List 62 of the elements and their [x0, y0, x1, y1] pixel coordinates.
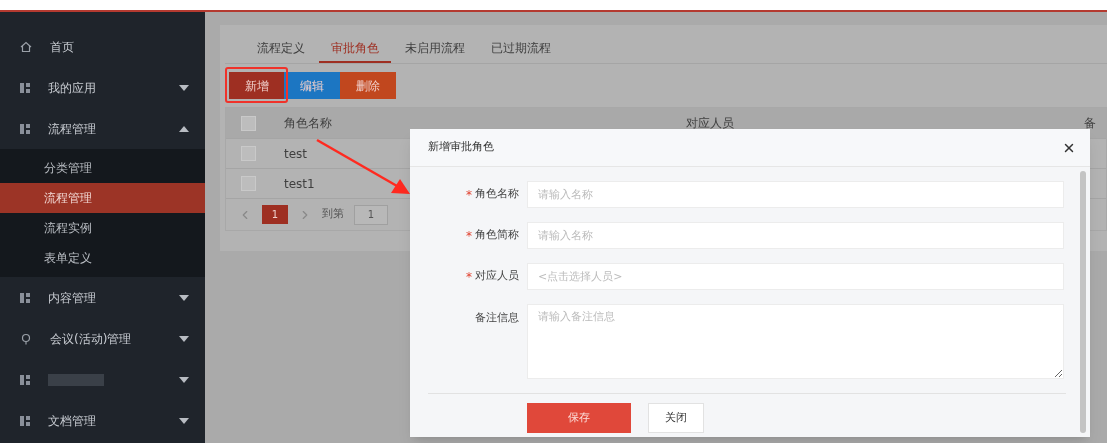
sidebar-label: 会议(活动)管理 [50, 330, 132, 348]
sidebar-label: 我的应用 [48, 79, 96, 97]
sidebar-label: 首页 [50, 38, 74, 56]
toolbar-button[interactable]: 编辑 [284, 72, 340, 99]
toolbar-button[interactable]: 删除 [340, 72, 396, 99]
tab[interactable]: 审批角色 [319, 35, 391, 63]
location-pin-icon [20, 332, 32, 345]
submenu-item[interactable]: 流程管理 [0, 183, 205, 213]
field-label: 对应人员 [475, 268, 519, 285]
textarea-field[interactable]: 请输入备注信息 [527, 304, 1064, 379]
goto-page-field[interactable]: 1 [354, 204, 388, 225]
toolbar-button[interactable]: 新增 [229, 72, 284, 99]
sidebar-item[interactable]: 文档管理 [0, 400, 205, 441]
input-field[interactable]: 请输入名称 [527, 181, 1064, 208]
redacted-label [48, 373, 104, 386]
grid-icon [20, 82, 30, 93]
sidebar-label: 文档管理 [48, 412, 96, 430]
tab[interactable]: 已过期流程 [479, 35, 563, 63]
sidebar-item[interactable]: 首页 [0, 26, 205, 67]
submenu-item[interactable]: 表单定义 [0, 243, 205, 273]
submenu-item[interactable]: 流程实例 [0, 213, 205, 243]
sidebar-item[interactable]: 我的应用 [0, 67, 205, 108]
page-button[interactable]: 1 [262, 205, 288, 224]
input-field[interactable]: 请输入名称 [527, 222, 1064, 249]
required-mark: * [466, 270, 472, 283]
sidebar-label: 流程管理 [48, 120, 96, 138]
sidebar-item[interactable]: 内容管理 [0, 277, 205, 318]
field-label: 备注信息 [475, 310, 519, 326]
sidebar-item[interactable]: 流程管理 [0, 108, 205, 149]
required-mark: * [466, 188, 472, 201]
submenu-item[interactable]: 分类管理 [0, 153, 205, 183]
required-mark: * [466, 229, 472, 242]
column-header: 备 [1083, 115, 1096, 132]
grid-icon [20, 123, 30, 134]
close-button[interactable]: 关闭 [648, 403, 704, 433]
field-label: 角色名称 [475, 186, 519, 203]
grid-icon [20, 374, 30, 385]
home-icon [20, 40, 32, 53]
grid-icon [20, 415, 30, 426]
column-header: 对应人员 [685, 115, 735, 132]
caret-down-icon [179, 294, 189, 301]
caret-up-icon [179, 125, 189, 132]
tab[interactable]: 未启用流程 [393, 35, 477, 63]
sidebar-label: 内容管理 [48, 289, 96, 307]
caret-down-icon [179, 335, 189, 342]
caret-down-icon [179, 84, 189, 91]
scrollbar[interactable] [1080, 171, 1086, 433]
sidebar-item[interactable]: 会议(活动)管理 [0, 318, 205, 359]
input-field[interactable]: <点击选择人员> [527, 263, 1064, 290]
grid-icon [20, 292, 30, 303]
tab[interactable]: 流程定义 [245, 35, 317, 63]
caret-down-icon [179, 376, 189, 383]
dialog-title: 新增审批角色 [428, 139, 494, 156]
checkbox[interactable] [240, 115, 256, 131]
save-button[interactable]: 保存 [527, 403, 631, 433]
table-cell-text: test [283, 145, 308, 163]
column-header: 角色名称 [283, 115, 333, 132]
highlight-frame [225, 67, 288, 103]
field-label: 角色简称 [475, 227, 519, 244]
table-cell-text: test1 [283, 175, 315, 193]
caret-down-icon [179, 417, 189, 424]
goto-label: 到第 [322, 206, 344, 223]
